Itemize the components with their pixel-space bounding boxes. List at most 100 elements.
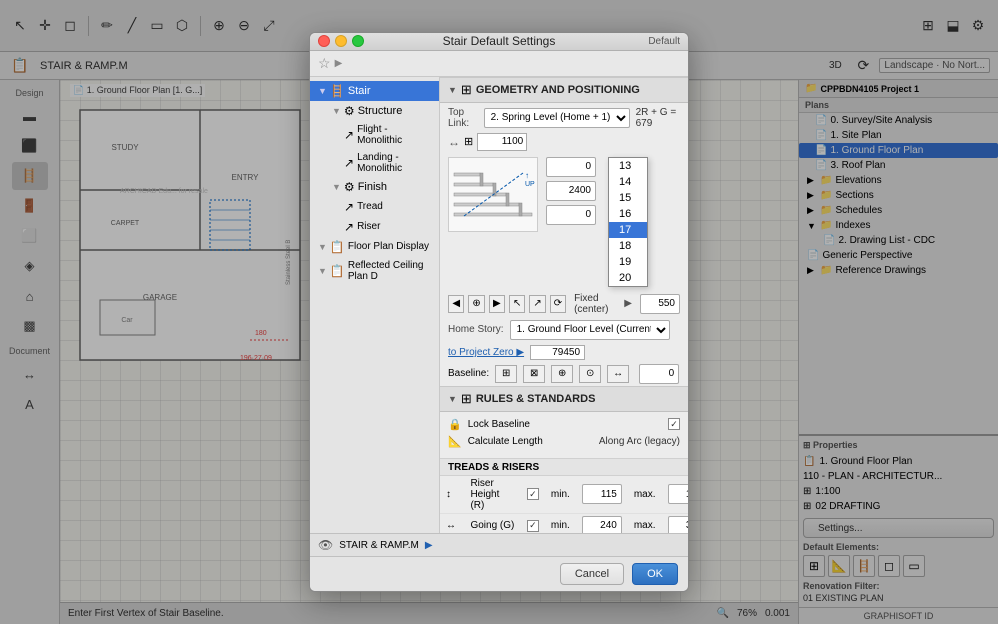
pos-btn-tl[interactable]: ↖ (509, 295, 525, 313)
favorite-star-icon[interactable]: ☆ (318, 55, 331, 72)
width-input[interactable] (477, 133, 527, 151)
top-link-row: Top Link: 2. Spring Level (Home + 1) 2R … (440, 103, 688, 131)
home-story-select[interactable]: 1. Ground Floor Level (Current) (510, 320, 670, 340)
rules-arrow-icon[interactable]: ▼ (448, 394, 457, 404)
eye-icon[interactable]: 👁 (318, 538, 333, 552)
width-icon2: ⊞ (464, 135, 473, 148)
baseline-icon-3[interactable]: ⊕ (551, 365, 573, 383)
pos-btn-tr[interactable]: ↗ (529, 295, 545, 313)
project-zero-input[interactable] (530, 345, 585, 360)
riser-min-val[interactable] (576, 476, 628, 514)
max-traffic-light[interactable] (352, 35, 364, 47)
dtree-stair[interactable]: ▼ 🪜 Stair (310, 81, 439, 101)
dtree-sub-flight: ↗ Flight - Monolithic ↗ Landing - Monoli… (324, 121, 439, 177)
pos-controls-row: ◀ ⊕ ▶ ↖ ↗ ⟳ Fixed (center) ▶ (440, 291, 688, 317)
dropdown-item-15[interactable]: 15 (609, 190, 647, 206)
lock-baseline-label: Lock Baseline (468, 419, 530, 430)
numeric-dropdown-container: 13 14 15 16 17 18 19 20 (608, 157, 648, 287)
dropdown-item-13[interactable]: 13 (609, 158, 647, 174)
dropdown-item-20[interactable]: 20 (609, 270, 647, 286)
riser-check-cell (521, 476, 545, 514)
close-traffic-light[interactable] (318, 35, 330, 47)
table-row-going: ↔ Going (G) min. max. (440, 513, 688, 533)
lock-baseline-check[interactable] (668, 418, 680, 430)
going-min-val[interactable] (576, 513, 628, 533)
dtree-arrow-stair: ▼ (318, 86, 327, 96)
element-arrow[interactable]: ▶ (425, 540, 433, 551)
dtree-finish[interactable]: ▼ ⚙ Finish (324, 177, 439, 197)
baseline-icon-2[interactable]: ⊠ (523, 365, 545, 383)
dtree-structure[interactable]: ▼ ⚙ Structure (324, 101, 439, 121)
width-icon: ↔ (448, 135, 460, 149)
dtree-floor-plan[interactable]: ▼ 📋 Floor Plan Display (310, 237, 439, 257)
dtree-reflected[interactable]: ▼ 📋 Reflected Ceiling Plan D (310, 257, 439, 285)
dtree-icon-finish: ⚙ (344, 180, 355, 194)
riser-max-val[interactable] (662, 476, 689, 514)
breadcrumb-arrow: ▶ (335, 58, 343, 69)
dialog-content: ▼ ⊞ GEOMETRY AND POSITIONING Top Link: 2… (440, 77, 688, 533)
dropdown-item-14[interactable]: 14 (609, 174, 647, 190)
dropdown-item-19[interactable]: 19 (609, 254, 647, 270)
table-row-riser: ↕ Riser Height (R) min. max. (440, 476, 688, 514)
pos-btn-ch[interactable]: ⟳ (550, 295, 566, 313)
riser-icon-cell: ↕ (440, 476, 464, 514)
pos-btn-right[interactable]: ▶ (489, 295, 505, 313)
formula-label: 2R + G = 679 (636, 107, 680, 129)
going-check[interactable] (527, 520, 539, 532)
top-link-select[interactable]: 2. Spring Level (Home + 1) (484, 108, 630, 128)
baseline-icon-4[interactable]: ⊙ (579, 365, 601, 383)
ok-button[interactable]: OK (632, 563, 678, 585)
dropdown-item-18[interactable]: 18 (609, 238, 647, 254)
dtree-sub-structure: ▼ ⚙ Structure ↗ Flight - Monolithic ↗ La… (310, 101, 439, 237)
fixed-val-input[interactable] (640, 294, 680, 314)
stair-val-input-1[interactable] (546, 157, 596, 177)
stair-val-input-3[interactable] (546, 205, 596, 225)
dialog-tree[interactable]: ▼ 🪜 Stair ▼ ⚙ Structure ↗ Flight - Monol… (310, 77, 440, 533)
dtree-riser[interactable]: ↗ Riser (336, 217, 439, 237)
dtree-flight[interactable]: ↗ Flight - Monolithic (336, 121, 439, 149)
dtree-tread[interactable]: ↗ Tread (336, 197, 439, 217)
riser-label: Riser Height (R) (470, 478, 499, 511)
dtree-arrow-finish: ▼ (332, 182, 341, 192)
baseline-val-input[interactable] (639, 364, 679, 384)
dtree-icon-riser: ↗ (344, 220, 354, 234)
baseline-icon-5[interactable]: ↔ (607, 365, 629, 383)
dtree-label-riser: Riser (357, 221, 380, 232)
treads-risers-header: TREADS & RISERS (440, 458, 688, 476)
dialog-title-bar: Stair Default Settings Default (310, 33, 688, 51)
baseline-icon-1[interactable]: ⊞ (495, 365, 517, 383)
cancel-button[interactable]: Cancel (560, 563, 624, 585)
to-project-zero-btn[interactable]: to Project Zero ▶ (448, 347, 524, 358)
riser-max-input[interactable] (668, 484, 689, 504)
going-max-input[interactable] (668, 516, 689, 533)
dtree-landing[interactable]: ↗ Landing - Monolithic (336, 149, 439, 177)
dropdown-item-17[interactable]: 17 (609, 222, 647, 238)
pos-btn-left[interactable]: ◀ (448, 295, 464, 313)
riser-min-input[interactable] (582, 484, 622, 504)
chevron-right-icon[interactable]: ▶ (624, 298, 632, 309)
dtree-icon-tread: ↗ (344, 200, 354, 214)
stair-value-inputs (546, 157, 596, 225)
dropdown-item-16[interactable]: 16 (609, 206, 647, 222)
dtree-label-floor-plan: Floor Plan Display (348, 241, 429, 252)
traffic-lights (318, 35, 364, 47)
geometry-arrow-icon[interactable]: ▼ (448, 85, 457, 95)
numeric-dropdown-list[interactable]: 13 14 15 16 17 18 19 20 (608, 157, 648, 287)
pos-btn-center[interactable]: ⊕ (468, 295, 484, 313)
dtree-label-tread: Tread (357, 201, 383, 212)
min-traffic-light[interactable] (335, 35, 347, 47)
stair-settings-dialog: Stair Default Settings Default ☆ ▶ ▼ 🪜 S… (309, 32, 689, 592)
going-max-val[interactable] (662, 513, 689, 533)
width-row: ↔ ⊞ (440, 131, 688, 153)
dtree-label-landing: Landing - Monolithic (357, 152, 431, 174)
going-min-input[interactable] (582, 516, 622, 533)
riser-label-cell: Riser Height (R) (464, 476, 520, 514)
val-row-1 (546, 157, 596, 177)
riser-check[interactable] (527, 488, 539, 500)
stair-val-input-2[interactable] (546, 181, 596, 201)
dtree-icon-floor-plan: 📋 (330, 240, 345, 254)
svg-text:UP: UP (525, 181, 535, 188)
default-button[interactable]: Default (648, 36, 680, 47)
going-max-label: max. (628, 513, 662, 533)
dtree-label-flight: Flight - Monolithic (357, 124, 431, 146)
